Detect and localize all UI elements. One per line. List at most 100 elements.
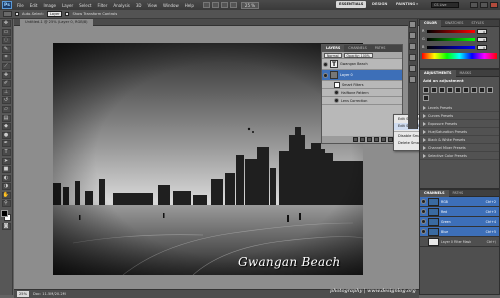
menu-select[interactable]: Select	[76, 3, 94, 8]
menu-analysis[interactable]: Analysis	[110, 3, 132, 8]
blue-value-field[interactable]: 0	[477, 44, 487, 50]
preset-hue-saturation[interactable]: Hue/Saturation Presets	[420, 128, 499, 136]
add-style-icon[interactable]	[360, 137, 365, 142]
photo-filter-icon[interactable]	[487, 87, 493, 93]
new-group-icon[interactable]	[381, 137, 386, 142]
layer-row-smart-object[interactable]: Layer 0	[322, 70, 402, 81]
brush-tool-icon[interactable]: ✐	[1, 80, 11, 88]
history-panel-icon[interactable]	[409, 21, 416, 28]
auto-select-checkbox[interactable]	[15, 12, 19, 16]
black-white-icon[interactable]	[479, 87, 485, 93]
visibility-eye-icon[interactable]	[323, 72, 328, 78]
menu-image[interactable]: Image	[40, 3, 59, 8]
marquee-tool-icon[interactable]: ▭	[1, 28, 11, 36]
channel-row-red[interactable]: Red Ctrl+3	[420, 207, 499, 217]
brightness-contrast-icon[interactable]	[423, 87, 429, 93]
path-selection-tool-icon[interactable]: ➤	[1, 157, 11, 165]
clone-stamp-tool-icon[interactable]: ⊥	[1, 88, 11, 96]
tab-channels-main[interactable]: CHANNELS	[420, 190, 449, 197]
foreground-color-swatch[interactable]	[1, 210, 8, 218]
maximize-button[interactable]	[480, 2, 488, 8]
visibility-eye-icon[interactable]	[421, 229, 426, 234]
history-brush-tool-icon[interactable]: ↺	[1, 97, 11, 105]
channel-row-rgb[interactable]: RGB Ctrl+2	[420, 197, 499, 207]
filter-row-lens-correction[interactable]: Lens Correction	[322, 97, 402, 105]
dodge-tool-icon[interactable]: ●	[1, 131, 11, 139]
document-tab[interactable]: Untitled-1 @ 25% (Layer 0, RGB/8)	[20, 19, 93, 26]
channel-row-filter-mask[interactable]: Layer 0 Filter Mask Ctrl+\	[420, 237, 499, 247]
tab-paths-main[interactable]: PATHS	[449, 190, 468, 197]
menu-help[interactable]: Help	[182, 3, 197, 8]
blend-mode-dropdown[interactable]: Normal	[324, 52, 342, 58]
menu-layer[interactable]: Layer	[59, 3, 76, 8]
paragraph-panel-icon[interactable]	[409, 76, 416, 83]
preset-exposure[interactable]: Exposure Presets	[420, 120, 499, 128]
green-value-field[interactable]: 0	[477, 36, 487, 42]
red-value-field[interactable]: 0	[477, 28, 487, 34]
visibility-eye-icon[interactable]	[334, 90, 339, 95]
channel-mixer-icon[interactable]	[423, 95, 429, 101]
tab-color[interactable]: COLOR	[420, 20, 441, 27]
preset-black-white[interactable]: Black & White Presets	[420, 136, 499, 144]
layer-row-text[interactable]: T Gwangan Beach	[322, 59, 402, 70]
levels-icon[interactable]	[431, 87, 437, 93]
workspace-essentials[interactable]: ESSENTIALS	[336, 1, 367, 8]
menu-window[interactable]: Window	[160, 3, 182, 8]
3d-rotate-tool-icon[interactable]: ◐	[1, 174, 11, 182]
workspace-design[interactable]: DESIGN	[369, 1, 390, 8]
filter-row-halftone[interactable]: Halftone Pattern	[322, 89, 402, 97]
menu-3d[interactable]: 3D	[133, 3, 145, 8]
curves-icon[interactable]	[439, 87, 445, 93]
move-tool-preset-icon[interactable]	[3, 11, 12, 17]
auto-select-dropdown[interactable]: Layer	[47, 11, 63, 17]
blue-slider[interactable]	[427, 45, 475, 49]
tab-styles[interactable]: STYLES	[467, 20, 487, 27]
visibility-eye-icon[interactable]	[334, 98, 339, 103]
zoom-level-dropdown[interactable]: 25 %	[240, 1, 260, 9]
close-button[interactable]	[490, 2, 498, 8]
brush-panel-icon[interactable]	[409, 43, 416, 50]
tab-adjustments[interactable]: ADJUSTMENTS	[420, 70, 456, 77]
vibrance-icon[interactable]	[455, 87, 461, 93]
tab-channels[interactable]: CHANNELS	[344, 45, 371, 52]
lasso-tool-icon[interactable]: ◌	[1, 37, 11, 45]
healing-brush-tool-icon[interactable]: ✚	[1, 71, 11, 79]
channel-row-blue[interactable]: Blue Ctrl+5	[420, 227, 499, 237]
hue-saturation-icon[interactable]	[463, 87, 469, 93]
status-zoom-field[interactable]: 25%	[17, 291, 29, 297]
eyedropper-tool-icon[interactable]: ⟋	[1, 62, 11, 70]
mini-bridge-icon[interactable]	[211, 2, 219, 8]
visibility-eye-icon[interactable]	[421, 219, 426, 224]
color-balance-icon[interactable]	[471, 87, 477, 93]
opacity-field[interactable]: Opacity: 100%	[343, 52, 373, 58]
visibility-eye-icon[interactable]	[323, 61, 328, 67]
clone-source-icon[interactable]	[409, 54, 416, 61]
workspace-more-button[interactable]: »	[413, 1, 421, 8]
quick-mask-icon[interactable]: ◙	[1, 223, 11, 231]
add-mask-icon[interactable]	[367, 137, 372, 142]
document-info[interactable]: Doc: 11.5M/20.2M	[33, 292, 66, 296]
document-canvas-image[interactable]	[53, 43, 363, 275]
preset-channel-mixer[interactable]: Channel Mixer Presets	[420, 144, 499, 152]
tab-layers[interactable]: LAYERS	[322, 45, 345, 52]
preset-curves[interactable]: Curves Presets	[420, 112, 499, 120]
color-spectrum-bar[interactable]	[422, 53, 497, 59]
menu-file[interactable]: File	[14, 3, 27, 8]
cs-live-button[interactable]: CS Live	[431, 1, 459, 8]
menu-edit[interactable]: Edit	[27, 3, 41, 8]
type-tool-icon[interactable]: T	[1, 148, 11, 156]
exposure-icon[interactable]	[447, 87, 453, 93]
eraser-tool-icon[interactable]: ▱	[1, 105, 11, 113]
crop-tool-icon[interactable]: ⌗	[1, 54, 11, 62]
channel-row-green[interactable]: Green Ctrl+4	[420, 217, 499, 227]
move-tool-icon[interactable]: ✥	[1, 20, 11, 27]
green-slider[interactable]	[427, 37, 475, 41]
menu-view[interactable]: View	[145, 3, 161, 8]
link-layers-icon[interactable]	[353, 137, 358, 142]
zoom-tool-icon[interactable]	[229, 2, 237, 8]
minimize-button[interactable]	[470, 2, 478, 8]
hand-tool-icon[interactable]: ✋	[1, 191, 11, 199]
tab-paths[interactable]: PATHS	[371, 45, 390, 52]
smart-filters-row[interactable]: Smart Filters	[322, 81, 402, 89]
zoom-tool-icon[interactable]: ⚲	[1, 200, 11, 208]
